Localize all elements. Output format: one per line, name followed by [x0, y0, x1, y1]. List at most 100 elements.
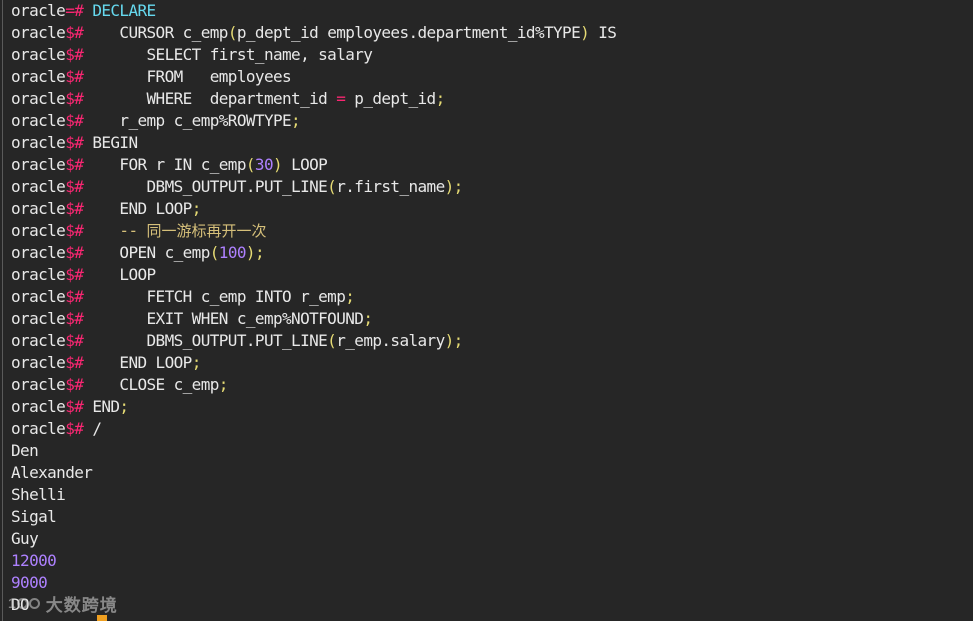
terminal-line: 12000	[11, 550, 973, 572]
terminal-line-segment: $#	[65, 331, 84, 350]
terminal-line-segment: IS	[589, 23, 617, 42]
terminal-line-segment: FOR r IN c_emp	[83, 155, 246, 174]
terminal-line-segment: END LOOP	[83, 199, 192, 218]
terminal-line-segment: OPEN c_emp	[83, 243, 210, 262]
terminal-line-segment: (	[209, 243, 220, 262]
terminal-line-segment: oracle	[11, 177, 66, 196]
terminal-line-segment: ;	[435, 89, 446, 108]
terminal-line: Shelli	[11, 484, 973, 506]
text-cursor	[97, 615, 107, 621]
terminal-line-segment: r.first_name	[336, 177, 445, 196]
terminal-line: oracle$# EXIT WHEN c_emp%NOTFOUND;	[11, 308, 973, 330]
terminal-line-segment: $#	[65, 23, 84, 42]
watermark-logo-ring	[16, 597, 28, 609]
terminal-line-segment: $#	[65, 221, 84, 240]
terminal-line-segment: DECLARE	[92, 1, 156, 20]
terminal-line-segment: DBMS_OUTPUT.PUT_LINE	[83, 177, 328, 196]
terminal-line-segment: oracle	[11, 67, 66, 86]
terminal-window[interactable]: oracle=# DECLARE oracle$# CURSOR c_emp(p_…	[0, 0, 973, 621]
terminal-line-segment: =#	[65, 1, 84, 20]
terminal-line-segment: oracle	[11, 133, 66, 152]
watermark-logo-ring	[28, 597, 40, 609]
terminal-line: oracle$# DBMS_OUTPUT.PUT_LINE(r_emp.sala…	[11, 330, 973, 352]
terminal-line-segment: oracle	[11, 155, 66, 174]
terminal-line-segment: ;	[363, 309, 373, 328]
terminal-line-segment: oracle	[11, 309, 66, 328]
terminal-line-segment: r_emp c_emp%ROWTYPE	[83, 111, 292, 130]
terminal-line-segment: $#	[65, 155, 84, 174]
terminal-line-segment: ;	[191, 199, 202, 218]
terminal-line-segment: )	[273, 155, 283, 174]
terminal-line-segment: /	[83, 419, 102, 438]
terminal-line-segment: p_dept_id employees.department_id%TYPE	[236, 23, 581, 42]
terminal-line-segment: Guy	[11, 529, 39, 548]
terminal-line: oracle$# /	[11, 418, 973, 440]
terminal-line-segment: (	[227, 23, 238, 42]
terminal-line: oracle$# LOOP	[11, 264, 973, 286]
terminal-line: 9000	[11, 572, 973, 594]
watermark-text: 大数跨境	[45, 595, 118, 616]
terminal-line-segment: $#	[65, 265, 84, 284]
terminal-line-segment: oracle	[11, 221, 66, 240]
terminal-line-segment: Sigal	[11, 507, 57, 526]
terminal-line-segment: oracle	[11, 111, 66, 130]
terminal-line-segment: CURSOR c_emp	[83, 23, 228, 42]
terminal-line-segment: ;	[119, 397, 129, 416]
terminal-line-segment: Alexander	[11, 463, 93, 482]
terminal-line-segment: SELECT first_name, salary	[83, 45, 373, 64]
terminal-line-segment: BEGIN	[83, 133, 138, 152]
terminal-line-segment: ;	[291, 111, 301, 130]
terminal-line-segment: 12000	[11, 551, 57, 570]
terminal-line: Sigal	[11, 506, 973, 528]
terminal-line-segment: oracle	[11, 397, 66, 416]
terminal-line-segment: $#	[65, 287, 84, 306]
terminal-line: oracle$# r_emp c_emp%ROWTYPE;	[11, 110, 973, 132]
terminal-line-segment: $#	[65, 111, 84, 130]
terminal-line-segment: ;	[191, 353, 202, 372]
terminal-line-segment: $#	[65, 397, 84, 416]
terminal-line-segment: oracle	[11, 45, 66, 64]
terminal-line-segment: $#	[65, 177, 84, 196]
terminal-line-segment: 30	[254, 155, 274, 174]
watermark-logo-text: 1	[8, 595, 16, 611]
terminal-line: oracle$# OPEN c_emp(100);	[11, 242, 973, 264]
terminal-line: oracle$# WHERE department_id = p_dept_id…	[11, 88, 973, 110]
terminal-line-segment: (	[245, 155, 256, 174]
terminal-line-segment: DBMS_OUTPUT.PUT_LINE	[83, 331, 328, 350]
terminal-line-segment	[83, 1, 92, 20]
terminal-line: oracle$# END;	[11, 396, 973, 418]
terminal-line-segment: );	[245, 243, 265, 262]
terminal-line: Guy	[11, 528, 973, 550]
terminal-line-segment: Shelli	[11, 485, 66, 504]
terminal-line-segment: oracle	[11, 243, 66, 262]
terminal-line: oracle$# SELECT first_name, salary	[11, 44, 973, 66]
terminal-line-segment: $#	[65, 89, 84, 108]
terminal-line-segment: oracle	[11, 353, 66, 372]
terminal-line-segment: $#	[65, 353, 84, 372]
terminal-output: oracle=# DECLARE oracle$# CURSOR c_emp(p_…	[11, 0, 973, 616]
terminal-line: oracle$# END LOOP;	[11, 352, 973, 374]
terminal-line-segment: oracle	[11, 331, 66, 350]
terminal-line: oracle$# END LOOP;	[11, 198, 973, 220]
terminal-line-segment: ;	[345, 287, 355, 306]
terminal-line-segment: (	[327, 331, 337, 350]
terminal-line-segment: LOOP	[83, 265, 156, 284]
terminal-line-segment: 100	[218, 243, 247, 262]
terminal-line-segment: END LOOP	[83, 353, 192, 372]
terminal-line: Den	[11, 440, 973, 462]
terminal-left-border	[2, 0, 3, 621]
terminal-line-segment: oracle	[11, 89, 66, 108]
terminal-line-segment: oracle	[11, 1, 66, 20]
terminal-line-segment: oracle	[11, 23, 66, 42]
terminal-line-segment: (	[327, 177, 337, 196]
terminal-line-segment: Den	[11, 441, 39, 460]
terminal-line: oracle=# DECLARE	[11, 0, 973, 22]
terminal-line-segment: $#	[65, 67, 84, 86]
terminal-line: DO	[11, 594, 973, 616]
terminal-line-segment: r_emp.salary	[336, 331, 445, 350]
terminal-line-segment: );	[444, 177, 464, 196]
terminal-line: Alexander	[11, 462, 973, 484]
terminal-line-segment: ;	[218, 375, 229, 394]
terminal-line: oracle$# BEGIN	[11, 132, 973, 154]
terminal-line: oracle$# FETCH c_emp INTO r_emp;	[11, 286, 973, 308]
